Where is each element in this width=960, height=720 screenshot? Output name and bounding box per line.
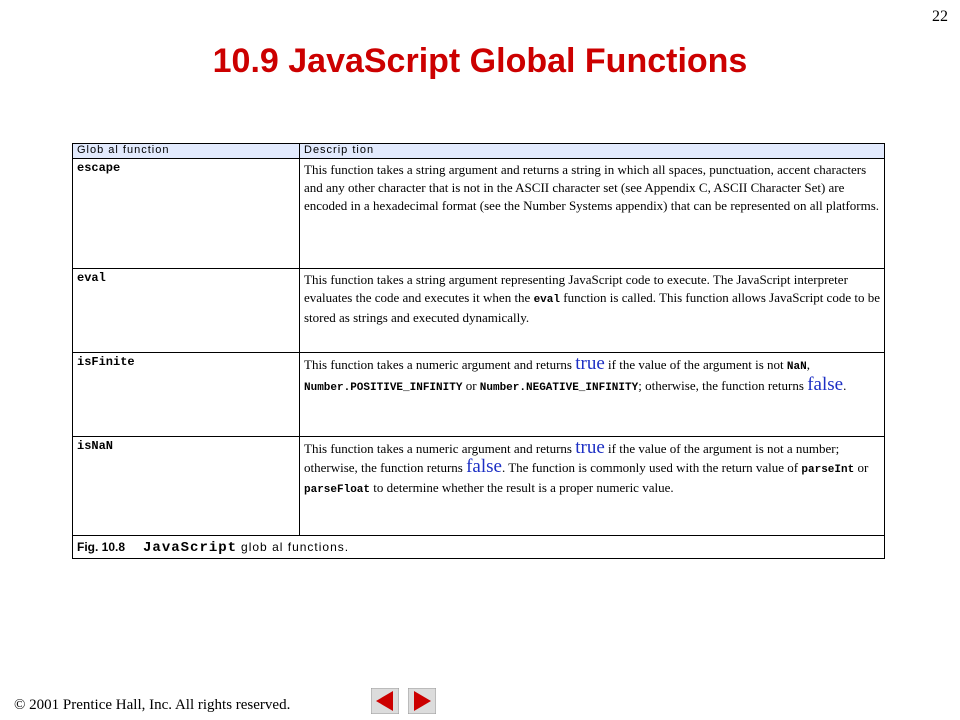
function-name: isFinite xyxy=(72,352,300,437)
desc-text: , xyxy=(806,357,810,372)
table-header-row: Glob al function Descrip tion xyxy=(72,143,885,159)
code-parsefloat: parseFloat xyxy=(304,484,371,496)
literal-true: true xyxy=(575,437,605,458)
desc-text: or xyxy=(462,378,480,393)
desc-text: This function takes a numeric argument a… xyxy=(304,441,576,456)
global-functions-table: Glob al function Descrip tion escape Thi… xyxy=(72,143,885,559)
table-row: eval This function takes a string argume… xyxy=(72,268,885,353)
figure-code: JavaScript xyxy=(143,540,238,556)
desc-text: to determine whether the result is a pro… xyxy=(370,480,674,495)
desc-text: This function takes a string argument an… xyxy=(304,162,880,213)
desc-text: or xyxy=(854,460,869,475)
function-description: This function takes a numeric argument a… xyxy=(299,436,885,536)
code-positive-infinity: Number.POSITIVE_INFINITY xyxy=(304,382,463,394)
code-eval: eval xyxy=(533,294,560,306)
table-row: isFinite This function takes a numeric a… xyxy=(72,352,885,437)
figure-caption: Fig. 10.8 JavaScript glob al functions. xyxy=(72,535,885,559)
next-slide-button[interactable] xyxy=(407,687,437,715)
function-name: escape xyxy=(72,158,300,269)
right-arrow-icon xyxy=(407,687,437,715)
desc-text: . xyxy=(843,378,847,393)
desc-text: if the value of the argument is not xyxy=(604,357,787,372)
code-parseint: parseInt xyxy=(801,464,855,476)
header-description: Descrip tion xyxy=(299,143,885,159)
figure-label: Fig. 10.8 xyxy=(77,540,126,554)
table-row: escape This function takes a string argu… xyxy=(72,158,885,269)
code-negative-infinity: Number.NEGATIVE_INFINITY xyxy=(479,382,639,394)
code-nan: NaN xyxy=(786,361,807,373)
copyright-notice: © 2001 Prentice Hall, Inc. All rights re… xyxy=(14,697,291,713)
function-description: This function takes a string argument re… xyxy=(299,268,885,353)
caption-row: Fig. 10.8 JavaScript glob al functions. xyxy=(72,535,885,559)
slide-title: 10.9 JavaScript Global Functions xyxy=(212,42,748,80)
figure-text: glob al functions. xyxy=(241,540,350,554)
previous-slide-button[interactable] xyxy=(370,687,400,715)
literal-true: true xyxy=(575,353,605,374)
desc-text: . The function is commonly used with the… xyxy=(501,460,802,475)
page-number: 22 xyxy=(932,8,948,25)
literal-false: false xyxy=(466,456,502,477)
desc-text: This function takes a numeric argument a… xyxy=(304,357,576,372)
function-description: This function takes a string argument an… xyxy=(299,158,885,269)
function-description: This function takes a numeric argument a… xyxy=(299,352,885,437)
function-name: isNaN xyxy=(72,436,300,536)
literal-false: false xyxy=(807,374,844,395)
table-row: isNaN This function takes a numeric argu… xyxy=(72,436,885,536)
desc-text: ; otherwise, the function returns xyxy=(638,378,808,393)
left-arrow-icon xyxy=(370,687,400,715)
function-name: eval xyxy=(72,268,300,353)
header-global-function: Glob al function xyxy=(72,143,300,159)
